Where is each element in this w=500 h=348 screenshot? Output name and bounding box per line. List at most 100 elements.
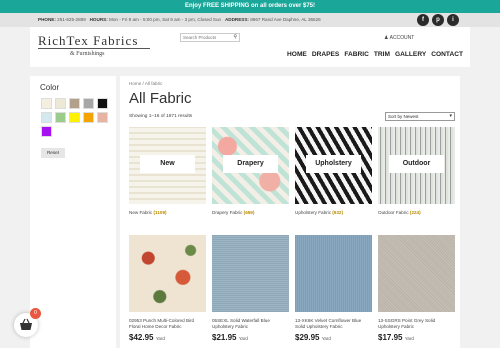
logo[interactable]: RichTex Fabrics <box>38 33 138 49</box>
product-image[interactable] <box>378 235 455 312</box>
cart-count-badge: 0 <box>30 308 41 319</box>
nav-trim[interactable]: TRIM <box>374 51 390 58</box>
price-unit: Yard <box>321 336 331 341</box>
product-card[interactable]: 13-XK6K Velvet Cornflower Blue Solid Uph… <box>295 235 372 342</box>
color-swatches <box>41 98 114 137</box>
phone-label: PHONE: <box>38 17 56 22</box>
color-swatch[interactable] <box>83 98 94 109</box>
store-address: 8967 Rand Ave Daphne, AL 36526 <box>250 17 321 22</box>
color-swatch[interactable] <box>41 112 52 123</box>
color-swatch[interactable] <box>97 98 108 109</box>
account-label: ACCOUNT <box>389 35 415 41</box>
category-title: Drapery Fabric <box>212 210 243 215</box>
product-price: $21.95 Yard <box>212 333 289 342</box>
category-count: (1109) <box>153 210 167 215</box>
category-thumbnail[interactable]: Drapery <box>212 127 289 204</box>
reset-button[interactable]: Reset <box>41 148 65 158</box>
category-count: (932) <box>332 210 344 215</box>
filter-sidebar: Color Reset <box>30 76 116 348</box>
price-unit: Yard <box>404 336 414 341</box>
category-name[interactable]: Upholstery Fabric (932) <box>295 210 372 216</box>
product-name[interactable]: 05SEXL Solid Waterfall Blue Upholstery F… <box>212 318 289 330</box>
search-placeholder: Search Products <box>183 35 217 40</box>
chevron-down-icon: ▾ <box>449 113 452 119</box>
category-name[interactable]: Drapery Fabric (659) <box>212 210 289 216</box>
facebook-icon[interactable]: f <box>417 14 429 26</box>
page-title: All Fabric <box>129 90 192 107</box>
user-icon: ♟ <box>384 35 389 41</box>
category-outdoor[interactable]: Outdoor Outdoor Fabric (224) <box>378 127 455 216</box>
logo-divider <box>38 48 150 49</box>
product-name[interactable]: 02953 Punch Multi-Colored Bird Floral Ho… <box>129 318 206 330</box>
category-tile-label: Upholstery <box>306 155 361 173</box>
color-swatch[interactable] <box>69 98 80 109</box>
site-header: RichTex Fabrics & Furnishings Search Pro… <box>30 27 470 67</box>
category-new[interactable]: New New Fabric (1109) <box>129 127 206 216</box>
product-price: $42.95 Yard <box>129 333 206 342</box>
category-count: (224) <box>409 210 421 215</box>
social-links: f p i <box>417 14 459 26</box>
search-icon[interactable]: ⚲ <box>233 34 237 41</box>
category-name[interactable]: Outdoor Fabric (224) <box>378 210 455 216</box>
category-thumbnail[interactable]: Upholstery <box>295 127 372 204</box>
address-label: ADDRESS: <box>224 17 249 22</box>
product-listing: Home / All fabric All Fabric Showing 1–1… <box>120 76 460 348</box>
product-name[interactable]: 13-SSGRS Point Grey Solid Upholstery Fab… <box>378 318 455 330</box>
color-swatch[interactable] <box>41 126 52 137</box>
cart-button[interactable]: 0 <box>14 308 41 337</box>
category-title: Outdoor Fabric <box>378 210 409 215</box>
color-filter-title: Color <box>40 83 60 92</box>
logo-subtitle: & Furnishings <box>70 51 105 57</box>
category-count: (659) <box>243 210 255 215</box>
price-unit: Yard <box>238 336 248 341</box>
search-input[interactable]: Search Products ⚲ <box>180 33 240 42</box>
nav-gallery[interactable]: GALLERY <box>395 51 426 58</box>
color-swatch[interactable] <box>83 112 94 123</box>
category-tile-label: Outdoor <box>389 155 444 173</box>
product-name[interactable]: 13-XK6K Velvet Cornflower Blue Solid Uph… <box>295 318 372 330</box>
price-unit: Yard <box>155 336 165 341</box>
category-thumbnail[interactable]: New <box>129 127 206 204</box>
product-image[interactable] <box>295 235 372 312</box>
price-value: $42.95 <box>129 333 154 342</box>
price-value: $17.95 <box>378 333 403 342</box>
price-value: $21.95 <box>212 333 237 342</box>
sort-value: Sort by Newest <box>388 114 419 119</box>
color-swatch[interactable] <box>55 98 66 109</box>
product-image[interactable] <box>129 235 206 312</box>
nav-home[interactable]: HOME <box>287 51 307 58</box>
color-swatch[interactable] <box>69 112 80 123</box>
color-swatch[interactable] <box>55 112 66 123</box>
category-tile-label: Drapery <box>223 155 278 173</box>
category-drapery[interactable]: Drapery Drapery Fabric (659) <box>212 127 289 216</box>
price-value: $29.95 <box>295 333 320 342</box>
info-bar: PHONE: 251-625-2889 HOURS: Mon - Fri 9 a… <box>0 13 500 27</box>
nav-drapes[interactable]: DRAPES <box>312 51 339 58</box>
product-card[interactable]: 13-SSGRS Point Grey Solid Upholstery Fab… <box>378 235 455 342</box>
results-count: Showing 1–16 of 1671 results <box>129 114 193 119</box>
store-hours: Mon - Fri 9 am - 5:00 pm, Sat 9 am - 3 p… <box>109 17 222 22</box>
category-name[interactable]: New Fabric (1109) <box>129 210 206 216</box>
product-image[interactable] <box>212 235 289 312</box>
pinterest-icon[interactable]: p <box>432 14 444 26</box>
sort-select[interactable]: Sort by Newest ▾ <box>385 112 455 121</box>
nav-contact[interactable]: CONTACT <box>431 51 463 58</box>
color-swatch[interactable] <box>97 112 108 123</box>
account-link[interactable]: ♟ ACCOUNT <box>384 35 414 41</box>
category-title: New Fabric <box>129 210 153 215</box>
product-price: $29.95 Yard <box>295 333 372 342</box>
nav-fabric[interactable]: FABRIC <box>344 51 369 58</box>
category-tile-label: New <box>140 155 195 173</box>
product-card[interactable]: 02953 Punch Multi-Colored Bird Floral Ho… <box>129 235 206 342</box>
promo-banner: Enjoy FREE SHIPPING on all orders over $… <box>0 0 500 13</box>
category-title: Upholstery Fabric <box>295 210 331 215</box>
hours-label: HOURS: <box>89 17 108 22</box>
category-upholstery[interactable]: Upholstery Upholstery Fabric (932) <box>295 127 372 216</box>
product-card[interactable]: 05SEXL Solid Waterfall Blue Upholstery F… <box>212 235 289 342</box>
category-thumbnail[interactable]: Outdoor <box>378 127 455 204</box>
instagram-icon[interactable]: i <box>447 14 459 26</box>
phone-number[interactable]: 251-625-2889 <box>57 17 86 22</box>
color-swatch[interactable] <box>41 98 52 109</box>
main-nav: HOME DRAPES FABRIC TRIM GALLERY CONTACT <box>287 51 463 58</box>
breadcrumb[interactable]: Home / All fabric <box>129 81 162 86</box>
